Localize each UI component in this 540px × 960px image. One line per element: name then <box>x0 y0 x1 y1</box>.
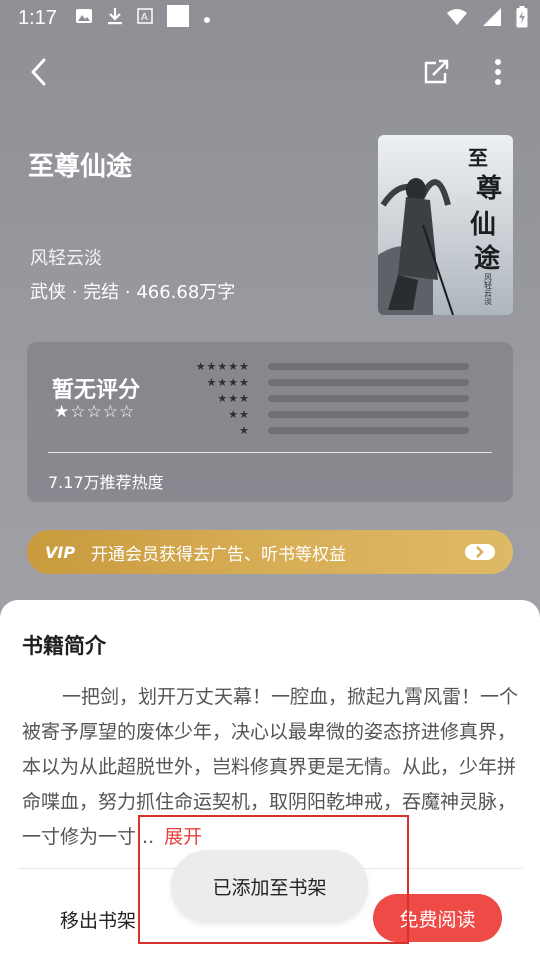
rating-bar <box>268 410 469 418</box>
book-cover[interactable]: 至 尊 仙 途 风轻云淡 <box>378 135 513 315</box>
book-title: 至尊仙途 <box>28 152 133 182</box>
rating-row-1: ★ <box>172 422 469 438</box>
rating-row-3: ★★★ <box>172 390 469 406</box>
dot-icon <box>203 7 211 29</box>
more-vertical-icon <box>494 58 502 90</box>
recommend-heat: 7.17万推荐热度 <box>48 473 164 492</box>
chevron-left-icon <box>29 58 47 90</box>
back-button[interactable] <box>20 56 56 92</box>
rating-row-2: ★★ <box>172 406 469 422</box>
rating-card: 暂无评分 ★☆☆☆☆ ★★★★★ ★★★★ ★★★ ★★ ★ 7.17万推荐热度 <box>27 342 513 502</box>
top-toolbar <box>0 52 540 96</box>
remove-from-shelf-button[interactable]: 移出书架 <box>60 906 136 933</box>
wifi-icon <box>446 8 468 31</box>
battery-icon <box>516 6 528 33</box>
book-meta: 武侠 · 完结 · 466.68万字 <box>30 282 236 303</box>
intro-heading: 书籍简介 <box>22 634 106 658</box>
cover-title-char-3: 仙 <box>470 210 496 240</box>
share-icon <box>422 58 450 90</box>
rating-bar <box>268 362 469 370</box>
rating-label: 暂无评分 <box>52 378 141 403</box>
cover-title-char-1: 至 <box>468 146 488 170</box>
rating-row-stars: ★★★★★ <box>195 359 250 373</box>
rating-row-4: ★★★★ <box>172 374 469 390</box>
cover-title-char-4: 途 <box>474 243 501 274</box>
divider <box>48 452 492 453</box>
rating-row-stars: ★★★ <box>217 391 250 405</box>
chevron-right-icon <box>465 544 495 560</box>
status-time: 1:17 <box>18 6 57 29</box>
svg-text:A: A <box>141 12 148 23</box>
vip-text: 开通会员获得去广告、听书等权益 <box>91 544 346 565</box>
rating-row-stars: ★★★★ <box>206 375 250 389</box>
more-button[interactable] <box>480 56 516 92</box>
square-icon <box>166 4 189 32</box>
rating-bar <box>268 426 469 434</box>
image-icon <box>75 7 93 29</box>
rating-bar <box>268 394 469 402</box>
cover-author-text: 风轻云淡 <box>484 273 493 305</box>
cover-title-char-2: 尊 <box>476 173 502 204</box>
rating-distribution: ★★★★★ ★★★★ ★★★ ★★ ★ <box>172 358 469 438</box>
signal-icon <box>482 7 502 32</box>
rating-bar <box>268 378 469 386</box>
vip-banner[interactable]: VIP 开通会员获得去广告、听书等权益 <box>27 530 513 574</box>
highlight-box <box>138 815 409 944</box>
rating-row-stars: ★ <box>239 423 250 437</box>
rating-row-5: ★★★★★ <box>172 358 469 374</box>
download-icon <box>107 7 123 30</box>
rating-row-stars: ★★ <box>228 407 250 421</box>
vip-badge: VIP <box>45 542 76 562</box>
status-bar: 1:17 A <box>0 0 540 36</box>
text-a-icon: A <box>137 7 153 29</box>
cover-illustration: 至 尊 仙 途 风轻云淡 <box>378 135 513 315</box>
book-author[interactable]: 风轻云淡 <box>30 244 102 270</box>
share-button[interactable] <box>418 56 454 92</box>
rating-star-display: ★☆☆☆☆ <box>54 402 136 422</box>
